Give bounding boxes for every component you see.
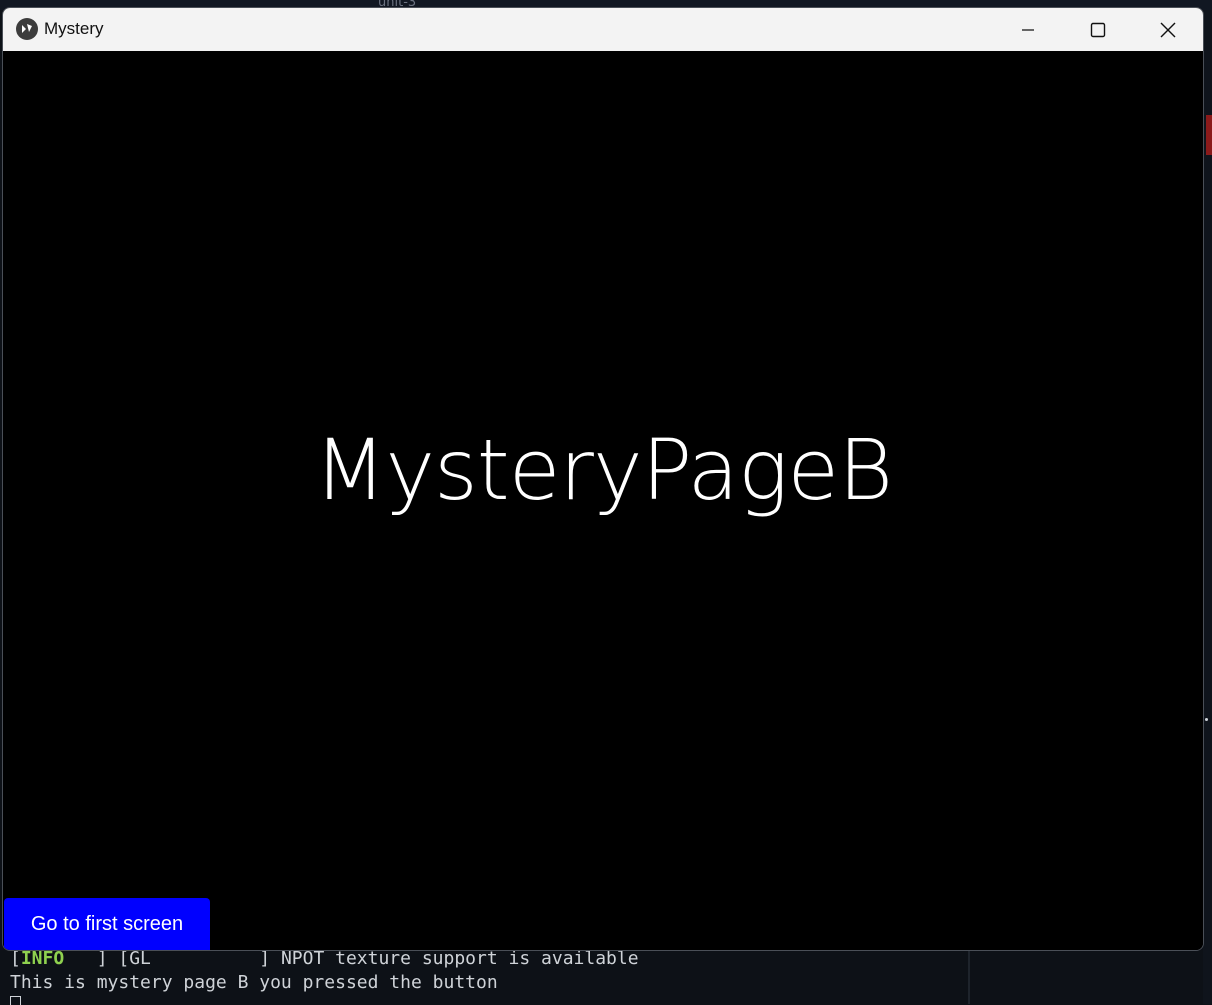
page-title: MysteryPageB — [313, 421, 893, 519]
maximize-icon — [1090, 22, 1106, 37]
background-dot — [1205, 718, 1208, 721]
minimize-button[interactable] — [993, 8, 1063, 51]
terminal-line-message: This is mystery page B you pressed the b… — [10, 972, 498, 993]
background-editor-edge — [1203, 10, 1212, 1004]
close-icon — [1160, 22, 1176, 37]
terminal-output: [INFO ] [GL ] NPOT texture support is av… — [0, 948, 968, 1005]
terminal-info-level: INFO — [20, 948, 65, 969]
terminal-divider — [968, 948, 970, 1004]
kivy-logo-icon — [16, 18, 38, 40]
app-window: Mystery MysteryPageB Go to first screen — [2, 7, 1204, 951]
app-content: MysteryPageB Go to first screen — [3, 51, 1203, 950]
close-button[interactable] — [1133, 8, 1203, 51]
go-to-first-screen-button[interactable]: Go to first screen — [4, 898, 210, 950]
terminal-line-info: [INFO ] [GL ] NPOT texture support is av… — [10, 948, 639, 969]
maximize-button[interactable] — [1063, 8, 1133, 51]
window-title: Mystery — [44, 19, 104, 38]
background-error-marker — [1206, 115, 1212, 155]
minimize-icon — [1022, 28, 1034, 31]
window-titlebar[interactable]: Mystery — [3, 8, 1203, 51]
